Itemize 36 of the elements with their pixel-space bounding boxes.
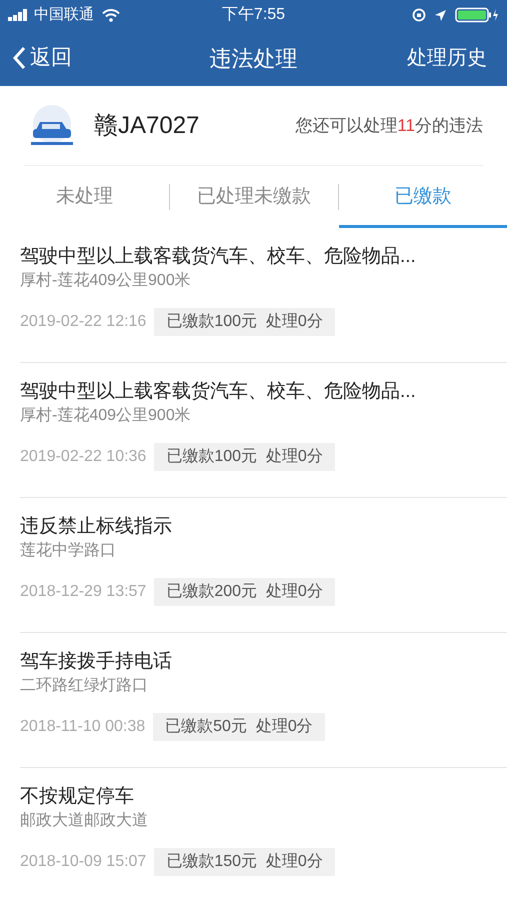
payment-tag: 已缴款100元 处理0分 — [154, 443, 335, 471]
wifi-icon — [102, 8, 120, 22]
signal-icon — [8, 9, 30, 21]
remaining-points-text: 您还可以处理11分的违法 — [295, 114, 483, 137]
chevron-left-icon — [12, 46, 26, 70]
violation-location: 邮政大道邮政大道 — [20, 810, 149, 831]
violation-time: 2019-02-22 10:36 — [20, 447, 146, 467]
violation-location: 厚村-莲花409公里900米 — [20, 270, 192, 291]
violation-title: 不按规定停车 — [20, 785, 135, 809]
violation-title: 驾驶中型以上载客载货汽车、校车、危险物品... — [20, 245, 417, 269]
violation-location: 莲花中学路口 — [20, 540, 117, 561]
violation-location: 二环路红绿灯路口 — [20, 676, 149, 696]
violation-title: 违反禁止标线指示 — [20, 515, 173, 539]
violation-time: 2018-11-10 00:38 — [20, 717, 146, 737]
payment-tag: 已缴款50元 处理0分 — [153, 713, 325, 741]
violation-title: 驾驶中型以上载客载货汽车、校车、危险物品... — [20, 380, 417, 404]
tab[interactable]: 已处理未缴款 — [170, 166, 338, 228]
violation-location: 厚村-莲花409公里900米 — [20, 406, 192, 426]
battery-icon — [455, 7, 499, 23]
license-plate: 赣JA7027 — [94, 110, 200, 140]
violation-title: 驾车接拨手持电话 — [20, 650, 173, 674]
payment-tag: 已缴款100元 处理0分 — [154, 308, 335, 336]
tab[interactable]: 已缴款 — [339, 166, 507, 228]
rotation-lock-icon — [412, 8, 426, 22]
location-icon — [434, 8, 447, 22]
status-time: 下午7:55 — [222, 5, 286, 25]
back-button[interactable]: 返回 — [12, 42, 72, 74]
violation-time: 2018-10-09 15:07 — [20, 852, 146, 872]
carrier-name: 中国联通 — [34, 4, 94, 25]
payment-tag: 已缴款150元 处理0分 — [154, 848, 335, 876]
violation-time: 2019-02-22 12:16 — [20, 312, 146, 332]
history-button[interactable]: 处理历史 — [407, 43, 495, 73]
payment-tag: 已缴款200元 处理0分 — [154, 578, 335, 606]
page-title: 违法处理 — [210, 44, 298, 72]
violation-time: 2018-12-29 13:57 — [20, 582, 146, 602]
tab[interactable]: 未处理 — [0, 166, 169, 228]
